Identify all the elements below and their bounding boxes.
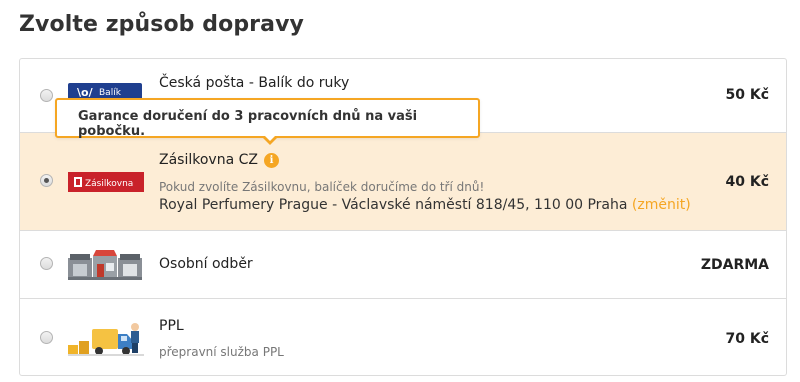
page-title: Zvolte způsob dopravy — [19, 12, 304, 37]
option-name-zasilkovna-label: Zásilkovna CZ — [159, 152, 258, 168]
radio-ppl[interactable] — [40, 331, 53, 344]
info-icon[interactable]: i — [263, 153, 279, 168]
radio-ceska-posta[interactable] — [40, 89, 53, 102]
description-zasilkovna: Pokud zvolíte Zásilkovnu, balíček doručí… — [159, 180, 485, 194]
radio-osobni-odber[interactable] — [40, 257, 53, 270]
option-name-zasilkovna: Zásilkovna CZ i — [159, 152, 279, 168]
price-osobni-odber: ZDARMA — [700, 257, 769, 273]
shipping-option-ppl[interactable]: PPL přepravní služba PPL 70 Kč — [20, 299, 786, 375]
change-pickup-link[interactable]: (změnit) — [632, 197, 691, 213]
option-name-ceska-posta: Česká pošta - Balík do ruky — [159, 75, 350, 91]
option-name-ppl: PPL — [159, 318, 184, 334]
zasilkovna-logo-text: Zásilkovna — [85, 179, 133, 189]
radio-zasilkovna[interactable] — [40, 174, 53, 187]
shipping-option-osobni-odber[interactable]: Osobní odběr ZDARMA — [20, 231, 786, 299]
option-name-osobni-odber: Osobní odběr — [159, 256, 253, 272]
ceska-posta-logo-text: Balík — [99, 88, 122, 98]
shipping-option-zasilkovna[interactable]: Zásilkovna Zásilkovna CZ i Pokud zvolíte … — [20, 133, 786, 231]
delivery-truck-icon — [68, 321, 144, 357]
price-ceska-posta: 50 Kč — [725, 87, 769, 103]
pickup-address: Royal Perfumery Prague - Václavské náměs… — [159, 197, 691, 213]
store-icon — [68, 250, 142, 280]
description-ppl: přepravní služba PPL — [159, 345, 284, 359]
zasilkovna-logo: Zásilkovna — [68, 172, 144, 192]
delivery-guarantee-tooltip: Garance doručení do 3 pracovních dnů na … — [55, 98, 480, 145]
pickup-address-text: Royal Perfumery Prague - Václavské náměs… — [159, 197, 628, 213]
price-ppl: 70 Kč — [725, 331, 769, 347]
price-zasilkovna: 40 Kč — [725, 174, 769, 190]
